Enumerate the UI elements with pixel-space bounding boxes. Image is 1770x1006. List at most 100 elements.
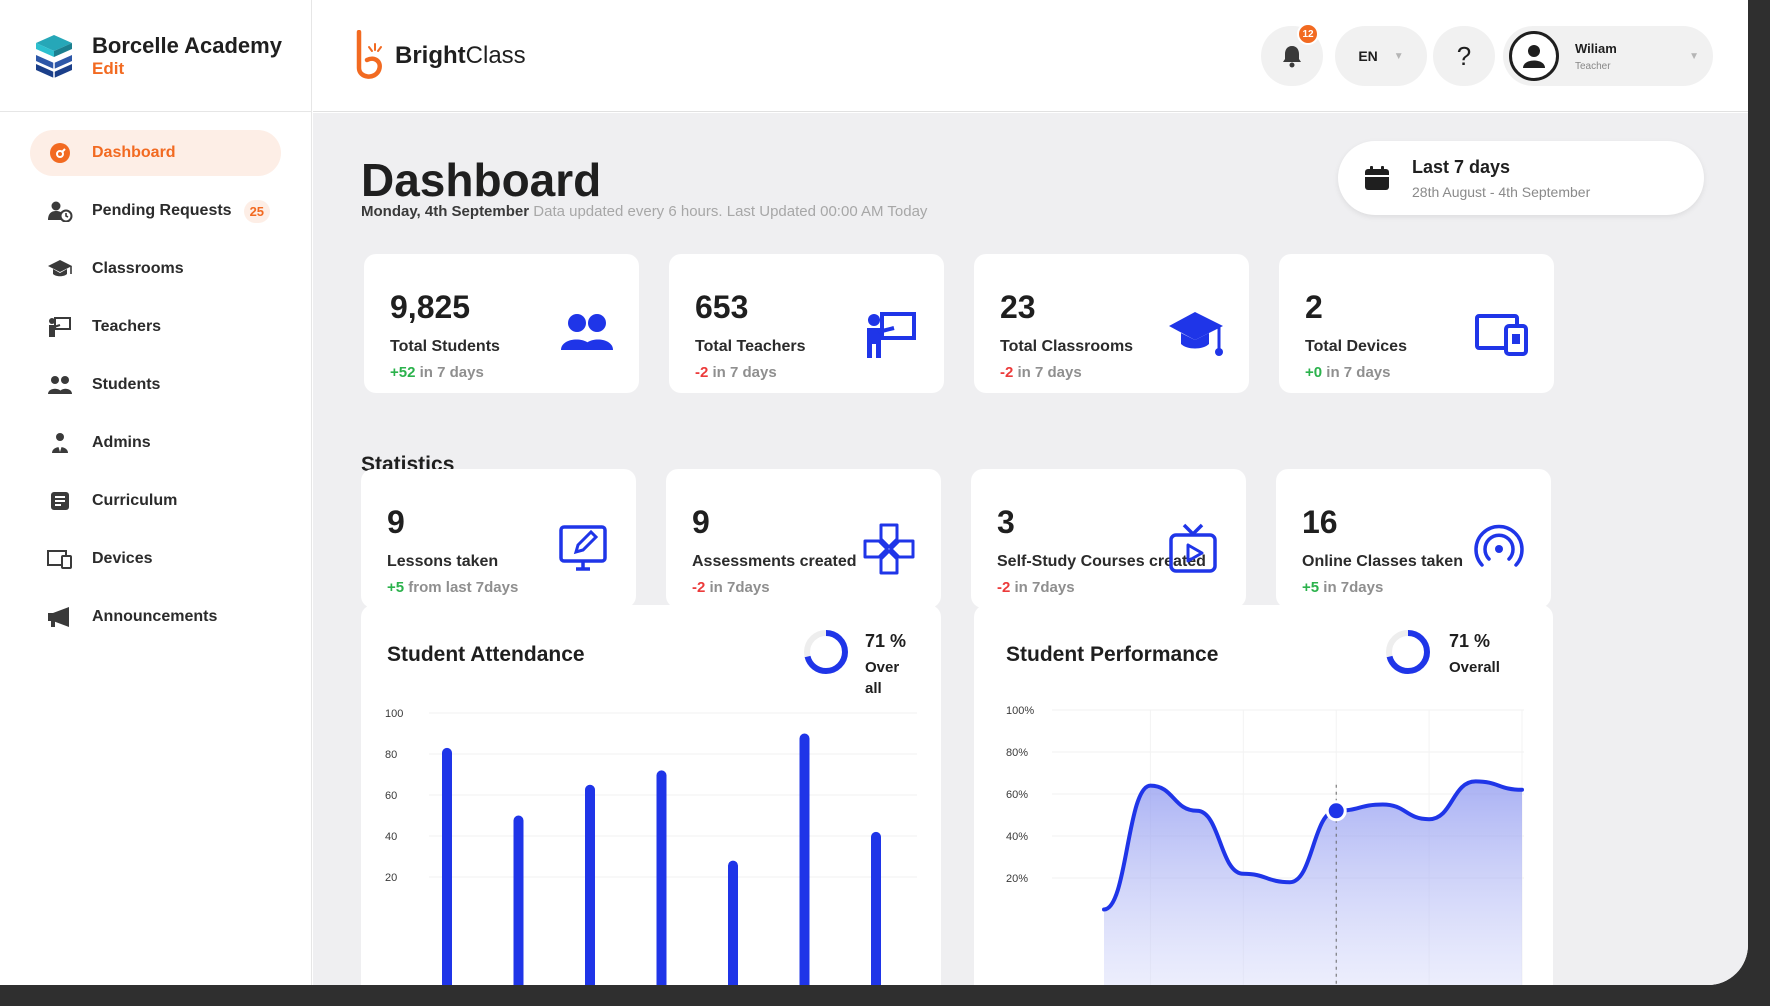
devices-icon: [1475, 314, 1528, 356]
sidebar-item-label: Curriculum: [92, 492, 178, 509]
stat-label: Assessments created: [692, 553, 857, 570]
bar: [656, 770, 667, 985]
stat-label: Lessons taken: [387, 553, 499, 570]
total-classrooms-card[interactable]: 23 Total Classrooms -2 in 7 days: [974, 254, 1249, 393]
y-tick-label: 40: [385, 831, 397, 843]
stat-value: 16: [1302, 504, 1338, 540]
stat-label: Total Students: [390, 338, 500, 355]
update-note: Data updated every 6 hours. Last Updated…: [533, 203, 928, 220]
calendar-icon: [1365, 166, 1389, 190]
stat-value: 9,825: [390, 289, 471, 325]
total-students-card[interactable]: 9,825 Total Students +52 in 7 days: [364, 254, 639, 393]
attendance-bar-chart: 100 80 60 40 20: [385, 708, 917, 985]
range-title: Last 7 days: [1412, 156, 1511, 177]
sidebar-item-label: Pending Requests: [92, 202, 232, 219]
assessments-created-card[interactable]: 9 Assessments created -2 in 7days: [666, 469, 941, 608]
highlight-point: [1325, 800, 1347, 822]
stat-value: 653: [695, 289, 749, 325]
sidebar-item-label: Classrooms: [92, 260, 184, 277]
sidebar-item-devices[interactable]: Devices: [30, 536, 281, 582]
notifications-button[interactable]: 12: [1261, 23, 1323, 86]
y-tick-label: 100: [385, 708, 403, 720]
sidebar-item-pending-requests[interactable]: Pending Requests 25: [30, 188, 281, 234]
performance-donut-icon: [1386, 630, 1430, 674]
user-menu[interactable]: Wiliam Teacher ▼: [1503, 26, 1713, 86]
performance-area-chart: 100% 80% 60% 40% 20%: [1006, 705, 1524, 985]
sidebar-item-label: Admins: [92, 434, 151, 451]
stat-value: 23: [1000, 289, 1036, 325]
lessons-taken-card[interactable]: 9 Lessons taken +5 from last 7days: [361, 469, 636, 608]
self-study-courses-card[interactable]: 3 Self-Study Courses created -2 in 7days: [971, 469, 1246, 608]
students-icon: [44, 373, 76, 397]
stat-change: +52 in 7 days: [390, 364, 484, 381]
stat-label: Total Classrooms: [1000, 338, 1134, 355]
bar: [728, 860, 738, 985]
bar: [442, 747, 452, 985]
stat-label: Total Devices: [1305, 338, 1407, 355]
sidebar-item-label: Announcements: [92, 608, 218, 625]
sidebar-item-dashboard[interactable]: Dashboard: [30, 130, 281, 176]
sidebar-item-announcements[interactable]: Announcements: [30, 594, 281, 640]
sidebar-item-teachers[interactable]: Teachers: [30, 304, 281, 350]
stat-change: -2 in 7days: [692, 579, 770, 596]
devices-icon: [44, 547, 76, 571]
stat-value: 9: [692, 504, 710, 540]
stat-label: Online Classes taken: [1302, 553, 1463, 570]
sidebar-item-students[interactable]: Students: [30, 362, 281, 408]
edit-lesson-icon: [559, 525, 607, 571]
student-attendance-card: Student Attendance 71 % Over all 100 80 60…: [361, 605, 941, 985]
brightclass-logo-icon: [356, 30, 382, 79]
help-button[interactable]: ?: [1433, 26, 1495, 86]
bell-icon: [1283, 46, 1301, 68]
sidebar-item-label: Teachers: [92, 318, 162, 335]
sidebar: Borcelle Academy Edit Dashboard Pending …: [0, 0, 312, 985]
stat-change: -2 in 7 days: [1000, 364, 1082, 381]
student-performance-card: Student Performance 71 % Overall 100% 80%…: [974, 605, 1553, 985]
app-name: BrightClass: [395, 42, 526, 69]
y-tick-label: 20%: [1006, 873, 1028, 885]
stat-change: -2 in 7 days: [695, 364, 777, 381]
brand: Borcelle Academy Edit: [0, 0, 311, 112]
dashboard-icon: [44, 141, 76, 165]
stat-value: 2: [1305, 289, 1323, 325]
performance-overall-label: Overall: [1449, 659, 1500, 676]
students-icon: [561, 314, 613, 350]
sidebar-item-admins[interactable]: Admins: [30, 420, 281, 466]
academy-logo-icon: [36, 34, 72, 78]
online-classes-card[interactable]: 16 Online Classes taken +5 in 7days: [1276, 469, 1551, 608]
gamepad-icon: [863, 523, 915, 575]
attendance-donut-icon: [804, 630, 848, 674]
app-logo[interactable]: BrightClass: [353, 30, 526, 82]
video-player-icon: [1169, 523, 1217, 573]
notification-count-badge: 12: [1297, 23, 1319, 45]
date-range-picker[interactable]: Last 7 days 28th August - 4th September: [1338, 141, 1704, 215]
chevron-down-icon: ▼: [1393, 50, 1404, 62]
sidebar-item-label: Devices: [92, 550, 153, 567]
bar: [871, 831, 881, 985]
main-content: Dashboard Monday, 4th September Data upd…: [313, 113, 1748, 985]
chart-title: Student Attendance: [387, 643, 585, 666]
attendance-overall-label: Over all: [865, 659, 900, 697]
sidebar-item-label: Dashboard: [92, 144, 176, 161]
y-tick-label: 40%: [1006, 831, 1028, 843]
sidebar-item-classrooms[interactable]: Classrooms: [30, 246, 281, 292]
topbar: BrightClass 12 EN ▼ ? Wiliam Teacher ▼: [313, 0, 1748, 112]
teacher-icon: [867, 312, 916, 358]
page-title: Dashboard: [361, 154, 602, 206]
current-date: Monday, 4th September: [361, 203, 530, 220]
chevron-down-icon: ▼: [1689, 50, 1699, 62]
user-name: Wiliam: [1575, 40, 1617, 56]
academy-name: Borcelle Academy: [92, 32, 282, 58]
total-devices-card[interactable]: 2 Total Devices +0 in 7 days: [1279, 254, 1554, 393]
sidebar-item-curriculum[interactable]: Curriculum: [30, 478, 281, 524]
total-teachers-card[interactable]: 653 Total Teachers -2 in 7 days: [669, 254, 944, 393]
language-selector[interactable]: EN ▼: [1335, 26, 1427, 86]
graduation-cap-icon: [1169, 312, 1223, 356]
edit-link[interactable]: Edit: [92, 59, 282, 79]
y-tick-label: 80: [385, 749, 397, 761]
help-icon: ?: [1456, 40, 1472, 71]
chart-title: Student Performance: [1006, 643, 1219, 666]
pending-count-badge: 25: [243, 199, 271, 223]
sidebar-item-label: Students: [92, 376, 161, 393]
admin-icon: [44, 431, 76, 455]
